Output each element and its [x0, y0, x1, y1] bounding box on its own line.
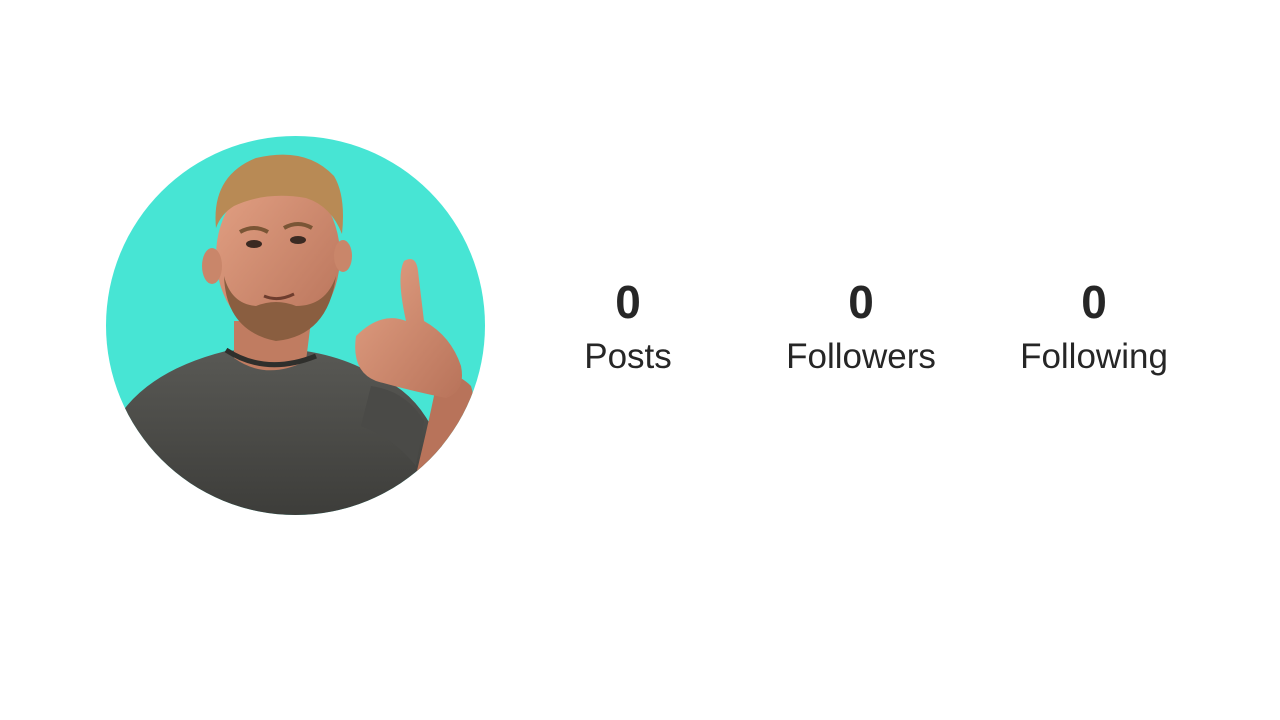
posts-count: 0 [615, 276, 641, 328]
followers-count: 0 [848, 276, 874, 328]
profile-header: 0 Posts 0 Followers 0 Following [0, 0, 1280, 720]
followers-label: Followers [786, 337, 936, 376]
profile-photo-icon [106, 136, 485, 515]
following-count: 0 [1081, 276, 1107, 328]
profile-avatar[interactable] [106, 136, 485, 515]
posts-label: Posts [584, 337, 672, 376]
stat-followers[interactable]: 0 Followers [751, 276, 971, 386]
stat-following[interactable]: 0 Following [984, 276, 1204, 386]
following-label: Following [1020, 337, 1168, 376]
stat-posts[interactable]: 0 Posts [518, 276, 738, 386]
